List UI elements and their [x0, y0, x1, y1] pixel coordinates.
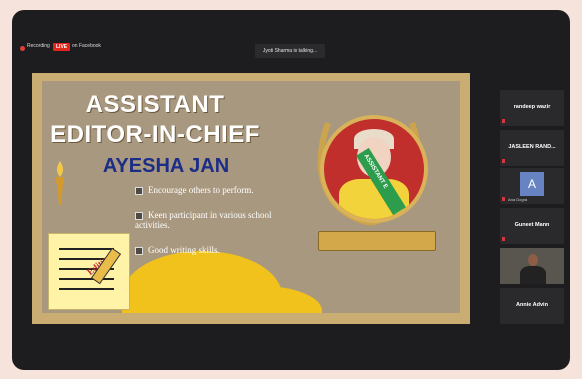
participant-tile[interactable]	[500, 248, 564, 284]
bullet-text: Good writing skills.	[148, 245, 220, 255]
pencil-icon	[90, 247, 122, 285]
video-head	[528, 254, 538, 266]
live-badge[interactable]: LIVE	[53, 43, 71, 51]
mic-muted-icon	[502, 237, 505, 241]
mic-muted-icon	[502, 197, 505, 201]
participant-avatar: A	[520, 172, 544, 196]
live-platform-dropdown[interactable]: on Facebook	[72, 43, 101, 49]
recording-dot-icon	[20, 46, 25, 51]
slide-title-line1: ASSISTANT	[85, 91, 225, 118]
video-torso	[520, 266, 546, 284]
participant-name: Ana Dogra	[508, 197, 528, 202]
participant-name: Annie Advin	[516, 302, 548, 308]
participant-name: JASLEEN RAND...	[508, 144, 556, 150]
participant-tile[interactable]: JASLEEN RAND...	[500, 130, 564, 166]
bullet-text: Keen participant in various school activ…	[135, 210, 272, 230]
participant-name: randeep wazir	[513, 104, 551, 110]
meeting-window: Recording LIVE on Facebook Jyoti Sharma …	[12, 10, 570, 370]
gold-ribbon	[318, 231, 436, 251]
participant-tile[interactable]: Guneet Mann	[500, 208, 564, 244]
participant-name: Guneet Mann	[514, 222, 550, 228]
award-portrait: ASSISTANT E	[300, 103, 440, 278]
participant-tile[interactable]: A Ana Dogra	[500, 168, 564, 204]
bullet-icon	[135, 186, 143, 195]
bullet-item: Good writing skills.	[135, 245, 280, 255]
student-name: AYESHA JAN	[102, 155, 230, 177]
bullet-icon	[135, 246, 143, 255]
bullet-text: Encourage others to perform.	[148, 185, 254, 195]
bullet-item: Keen participant in various school activ…	[135, 210, 280, 230]
recording-label: Recording	[27, 43, 50, 49]
bullet-icon	[135, 211, 143, 220]
mic-muted-icon	[502, 159, 505, 163]
mic-muted-icon	[502, 119, 505, 123]
slide-title-line2: EDITOR-IN-CHIEF	[50, 121, 260, 148]
participant-sidebar: randeep wazir JASLEEN RAND... A Ana Dogr…	[500, 90, 564, 334]
student-photo: ASSISTANT E	[320, 115, 428, 223]
presentation-slide: ASSISTANT EDITOR-IN-CHIEF AYESHA JAN Enc…	[42, 81, 460, 313]
participant-tile[interactable]: randeep wazir	[500, 90, 564, 126]
torch-icon	[56, 161, 64, 205]
participant-tile[interactable]: Annie Advin	[500, 288, 564, 324]
screen-share-area: ASSISTANT EDITOR-IN-CHIEF AYESHA JAN Enc…	[32, 73, 470, 324]
talking-indicator: Jyoti Sharma is talking...	[255, 44, 325, 58]
bullet-item: Encourage others to perform.	[135, 185, 280, 195]
editing-notepad: Editing	[48, 233, 130, 310]
participant-video	[500, 248, 564, 284]
